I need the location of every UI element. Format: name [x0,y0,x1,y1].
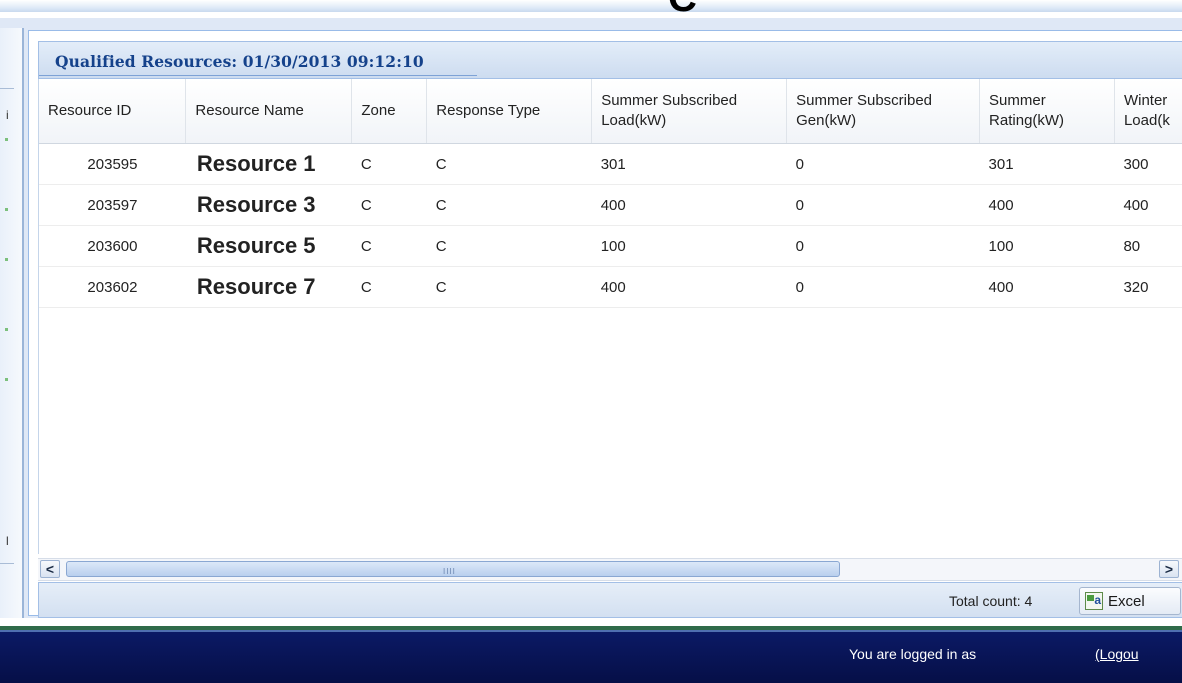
table-row[interactable]: 203602 Resource 7 C C 400 0 400 320 [39,266,1182,308]
cell-resource-name: Resource 5 [185,225,352,267]
column-header-response-type[interactable]: Response Type [426,79,593,144]
excel-button-label: Excel [1108,593,1145,610]
table-row[interactable]: 203600 Resource 5 C C 100 0 100 80 [39,225,1182,267]
scroll-right-arrow-icon[interactable]: > [1159,560,1179,578]
cell-resource-name: Resource 3 [185,184,352,226]
resources-grid: Resource ID Resource Name Zone Response … [38,79,1182,554]
left-panel-char: i [6,108,9,122]
column-header-winter-load[interactable]: Winter Load(k [1114,79,1182,144]
column-header-zone[interactable]: Zone [351,79,428,144]
left-panel-mark [5,378,8,381]
overlay-letter: C [668,0,697,18]
left-panel-mark [5,258,8,261]
cell-resource-name: Resource 1 [185,143,352,185]
table-row[interactable]: 203595 Resource 1 C C 301 0 301 300 [39,143,1182,185]
bottom-status-bar: You are logged in as (Logou [0,630,1182,683]
logout-link[interactable]: (Logou [1095,646,1139,662]
cell-resource-name: Resource 7 [185,266,352,308]
cell-winter-load: 320 [1114,266,1182,308]
resources-table: Resource ID Resource Name Zone Response … [39,79,1182,308]
table-row[interactable]: 203597 Resource 3 C C 400 0 400 400 [39,184,1182,226]
scroll-left-arrow-icon[interactable]: < [40,560,60,578]
cell-zone: C [351,266,427,308]
left-panel-mark [5,138,8,141]
column-header-resource-name[interactable]: Resource Name [185,79,353,144]
panel-header: Qualified Resources: 01/30/2013 09:12:10 [38,41,1182,79]
horizontal-scrollbar[interactable]: < IIII > [38,558,1182,581]
cell-winter-load: 80 [1114,225,1182,267]
cell-summer-rating: 301 [979,143,1115,185]
cell-zone: C [351,184,427,226]
panel-title: Qualified Resources: 01/30/2013 09:12:10 [55,52,424,71]
grid-footer: Total count: 4 a Excel [38,582,1182,618]
cell-winter-load: 400 [1114,184,1182,226]
cell-winter-load: 300 [1114,143,1182,185]
export-excel-button[interactable]: a Excel [1079,587,1181,615]
left-panel-divider [0,563,14,564]
cell-resource-id: 203595 [39,143,186,185]
logged-in-text: You are logged in as [849,646,977,662]
left-panel-divider [0,88,14,89]
excel-icon: a [1085,592,1103,610]
cell-summer-rating: 100 [979,225,1115,267]
cell-response-type: C [426,184,592,226]
column-header-summer-subscribed-load[interactable]: Summer Subscribed Load(kW) [591,79,788,144]
left-panel-char: l [6,534,9,548]
title-underline [39,75,477,76]
left-panel-mark [5,208,8,211]
cell-response-type: C [426,143,592,185]
cell-resource-id: 203600 [39,225,186,267]
total-count: Total count: 4 [949,593,1033,609]
cell-response-type: C [426,225,592,267]
left-collapsed-panel[interactable]: i l [0,28,24,618]
column-header-summer-rating[interactable]: Summer Rating(kW) [979,79,1115,144]
cell-summer-gen: 0 [786,143,980,185]
bottom-bar-highlight [0,630,1182,632]
cell-zone: C [351,143,427,185]
column-header-summer-subscribed-gen[interactable]: Summer Subscribed Gen(kW) [786,79,981,144]
cell-response-type: C [426,266,592,308]
cell-summer-gen: 0 [786,266,980,308]
cell-summer-load: 100 [591,225,787,267]
table-header-row: Resource ID Resource Name Zone Response … [39,79,1182,144]
cell-summer-gen: 0 [786,225,980,267]
qualified-resources-panel: Qualified Resources: 01/30/2013 09:12:10… [28,30,1182,618]
cell-resource-id: 203597 [39,184,186,226]
cell-resource-id: 203602 [39,266,186,308]
cell-summer-rating: 400 [979,184,1115,226]
cell-summer-gen: 0 [786,184,980,226]
scrollbar-grip: IIII [443,567,456,576]
cell-zone: C [351,225,427,267]
top-strip [0,0,1182,12]
left-panel-mark [5,328,8,331]
scrollbar-thumb[interactable]: IIII [66,561,840,577]
cell-summer-load: 301 [591,143,787,185]
cell-summer-rating: 400 [979,266,1115,308]
cell-summer-load: 400 [591,184,787,226]
column-header-resource-id[interactable]: Resource ID [39,79,187,144]
cell-summer-load: 400 [591,266,787,308]
